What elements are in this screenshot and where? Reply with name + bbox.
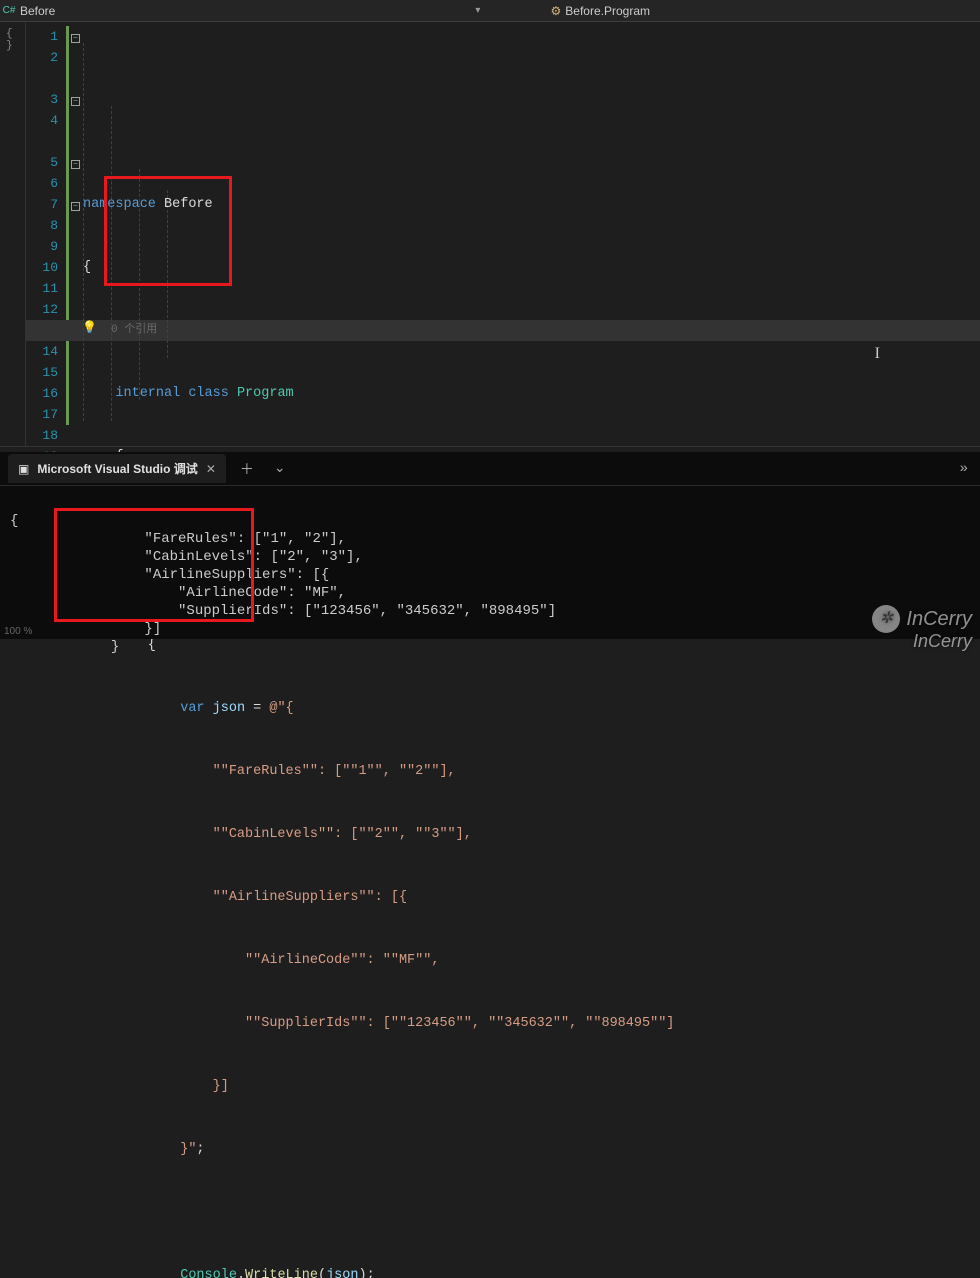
fold-toggle[interactable]: − bbox=[71, 34, 80, 43]
fold-column: − − − − bbox=[69, 22, 83, 446]
chevron-down-icon[interactable]: ▾ bbox=[475, 5, 480, 16]
text-cursor-icon: I bbox=[875, 343, 880, 364]
brace-match-icon: { } bbox=[6, 28, 25, 52]
terminal-panel: ▣ Microsoft Visual Studio 调试 ✕ ＋ ⌄ » { "… bbox=[0, 452, 980, 639]
breadcrumb-namespace: Before bbox=[20, 4, 55, 18]
breadcrumb-left[interactable]: C# Before bbox=[0, 4, 55, 18]
breadcrumb-bar: C# Before ▾ ⚙ Before.Program bbox=[0, 0, 980, 22]
codelens-references[interactable]: 0 个引用 bbox=[83, 320, 980, 341]
code-editor[interactable]: { } 1 2 3 4 5 6 7 8 9 10 11 12 13 14 15 … bbox=[0, 22, 980, 446]
zoom-indicator[interactable]: 100 % bbox=[0, 624, 36, 639]
csharp-file-icon: C# bbox=[2, 4, 16, 18]
breadcrumb-class: Before.Program bbox=[565, 4, 650, 18]
code-content[interactable]: namespace Before { 0 个引用 internal class … bbox=[83, 22, 980, 446]
terminal-tabbar: ▣ Microsoft Visual Studio 调试 ✕ ＋ ⌄ » bbox=[0, 452, 980, 486]
line-number-column: 1 2 3 4 5 6 7 8 9 10 11 12 13 14 15 16 1… bbox=[26, 22, 66, 446]
class-icon: ⚙ bbox=[551, 4, 562, 18]
terminal-tab-title: Microsoft Visual Studio 调试 bbox=[37, 460, 197, 477]
chevron-down-icon[interactable]: ⌄ bbox=[268, 460, 292, 477]
new-terminal-button[interactable]: ＋ bbox=[234, 459, 260, 479]
close-icon[interactable]: ✕ bbox=[206, 462, 216, 476]
fold-toggle[interactable]: − bbox=[71, 97, 80, 106]
terminal-icon: ▣ bbox=[18, 462, 29, 476]
margin-gutter: { } bbox=[0, 22, 26, 446]
panel-overflow-chevron-icon[interactable]: » bbox=[960, 461, 980, 477]
terminal-output[interactable]: { "FareRules": ["1", "2"], "CabinLevels"… bbox=[0, 486, 980, 656]
breadcrumb-right[interactable]: ⚙ Before.Program bbox=[551, 4, 980, 18]
fold-toggle[interactable]: − bbox=[71, 202, 80, 211]
terminal-tab[interactable]: ▣ Microsoft Visual Studio 调试 ✕ bbox=[8, 454, 226, 483]
fold-toggle[interactable]: − bbox=[71, 160, 80, 169]
